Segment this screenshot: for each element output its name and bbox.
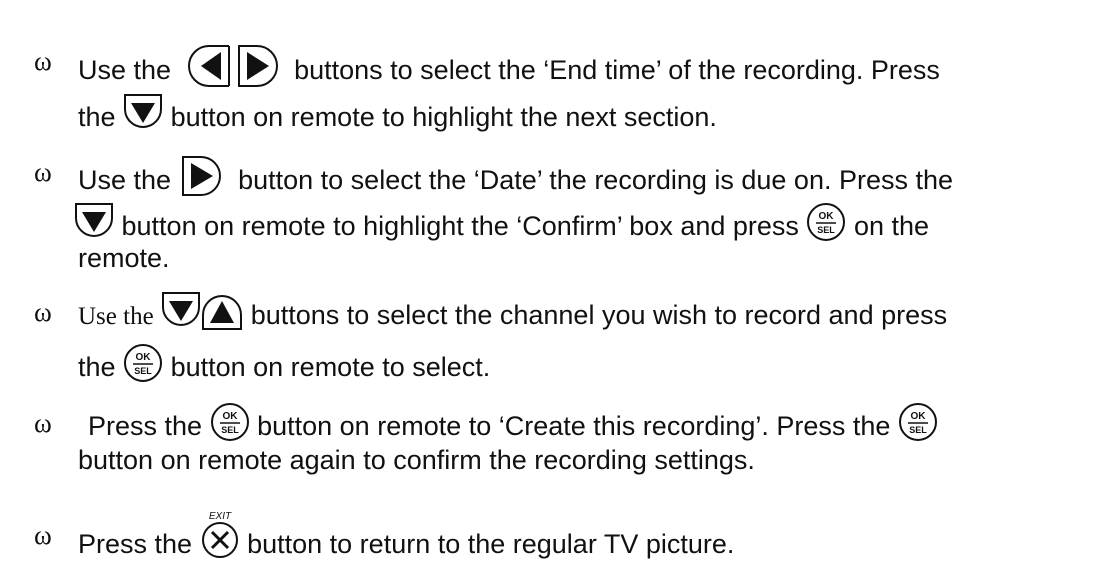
down-arrow-button-icon [74, 202, 114, 242]
bullet-glyph: ω [34, 408, 52, 438]
item5-text: button to return to the regular TV pictu… [247, 529, 735, 560]
exit-label: EXIT [208, 511, 231, 522]
item4-text: button on remote to ‘Create this recordi… [257, 411, 891, 442]
left-arrow-button-icon [179, 40, 235, 92]
item2-text: on the [853, 211, 930, 242]
item2-text: button to select the ‘Date’ the recordin… [238, 165, 954, 196]
item4-line2: button on remote again to confirm the re… [78, 445, 755, 475]
item1-line2: the button on remote to highlight the ne… [78, 94, 717, 139]
item2-text: button on remote to highlight the ‘Confi… [121, 211, 799, 242]
item2-line3: remote. [78, 243, 170, 273]
item3-line1: Use the buttons to select the channel yo… [78, 292, 948, 337]
item4-line1: Press the OK SEL button on remote to ‘Cre… [88, 403, 938, 448]
item1-line1: Use the buttons to select the ‘End time’… [78, 45, 940, 98]
item3-text: button on remote to select. [170, 352, 491, 383]
sel-label: SEL [221, 425, 239, 435]
item3-text: the [78, 352, 116, 383]
item2-line1: Use the button to select the ‘Date’ the … [78, 156, 954, 207]
right-arrow-button-icon [179, 151, 231, 201]
item1-text: button on remote to highlight the next s… [170, 102, 717, 133]
ok-label: OK [222, 411, 238, 422]
right-arrow-button-icon [235, 40, 287, 92]
item2-text: Use the [78, 165, 172, 196]
item1-text: the [78, 102, 116, 133]
item3-text: Use the [78, 303, 154, 331]
ok-sel-button-icon: OK SEL [806, 202, 846, 242]
instruction-document: ω Use the buttons to select the ‘End tim… [0, 0, 1114, 578]
bullet-glyph: ω [34, 520, 52, 550]
bullet-glyph: ω [34, 157, 52, 187]
item1-text: buttons to select the ‘End time’ of the … [294, 55, 940, 86]
sel-label: SEL [818, 225, 836, 235]
down-arrow-button-icon [161, 291, 201, 331]
sel-label: SEL [134, 366, 152, 376]
ok-sel-button-icon: OK SEL [898, 402, 938, 442]
ok-label: OK [819, 211, 835, 222]
bullet-glyph: ω [34, 297, 52, 327]
item2-line2: button on remote to highlight the ‘Confi… [74, 203, 930, 248]
exit-button-icon: EXIT [200, 508, 240, 560]
ok-sel-button-icon: OK SEL [123, 343, 163, 383]
item5-text: Press the [78, 529, 193, 560]
up-arrow-button-icon [201, 291, 243, 331]
item3-text: buttons to select the channel you wish t… [250, 300, 948, 331]
bullet-glyph: ω [34, 46, 52, 76]
item5-line1: Press the EXIT button to return to the r… [78, 511, 735, 572]
item4-text: Press the [88, 411, 203, 442]
ok-label: OK [910, 411, 926, 422]
sel-label: SEL [909, 425, 927, 435]
item1-text: Use the [78, 55, 172, 86]
item3-line2: the OK SEL button on remote to select. [78, 344, 491, 389]
ok-label: OK [136, 352, 152, 363]
down-arrow-button-icon [123, 93, 163, 133]
ok-sel-button-icon: OK SEL [210, 402, 250, 442]
